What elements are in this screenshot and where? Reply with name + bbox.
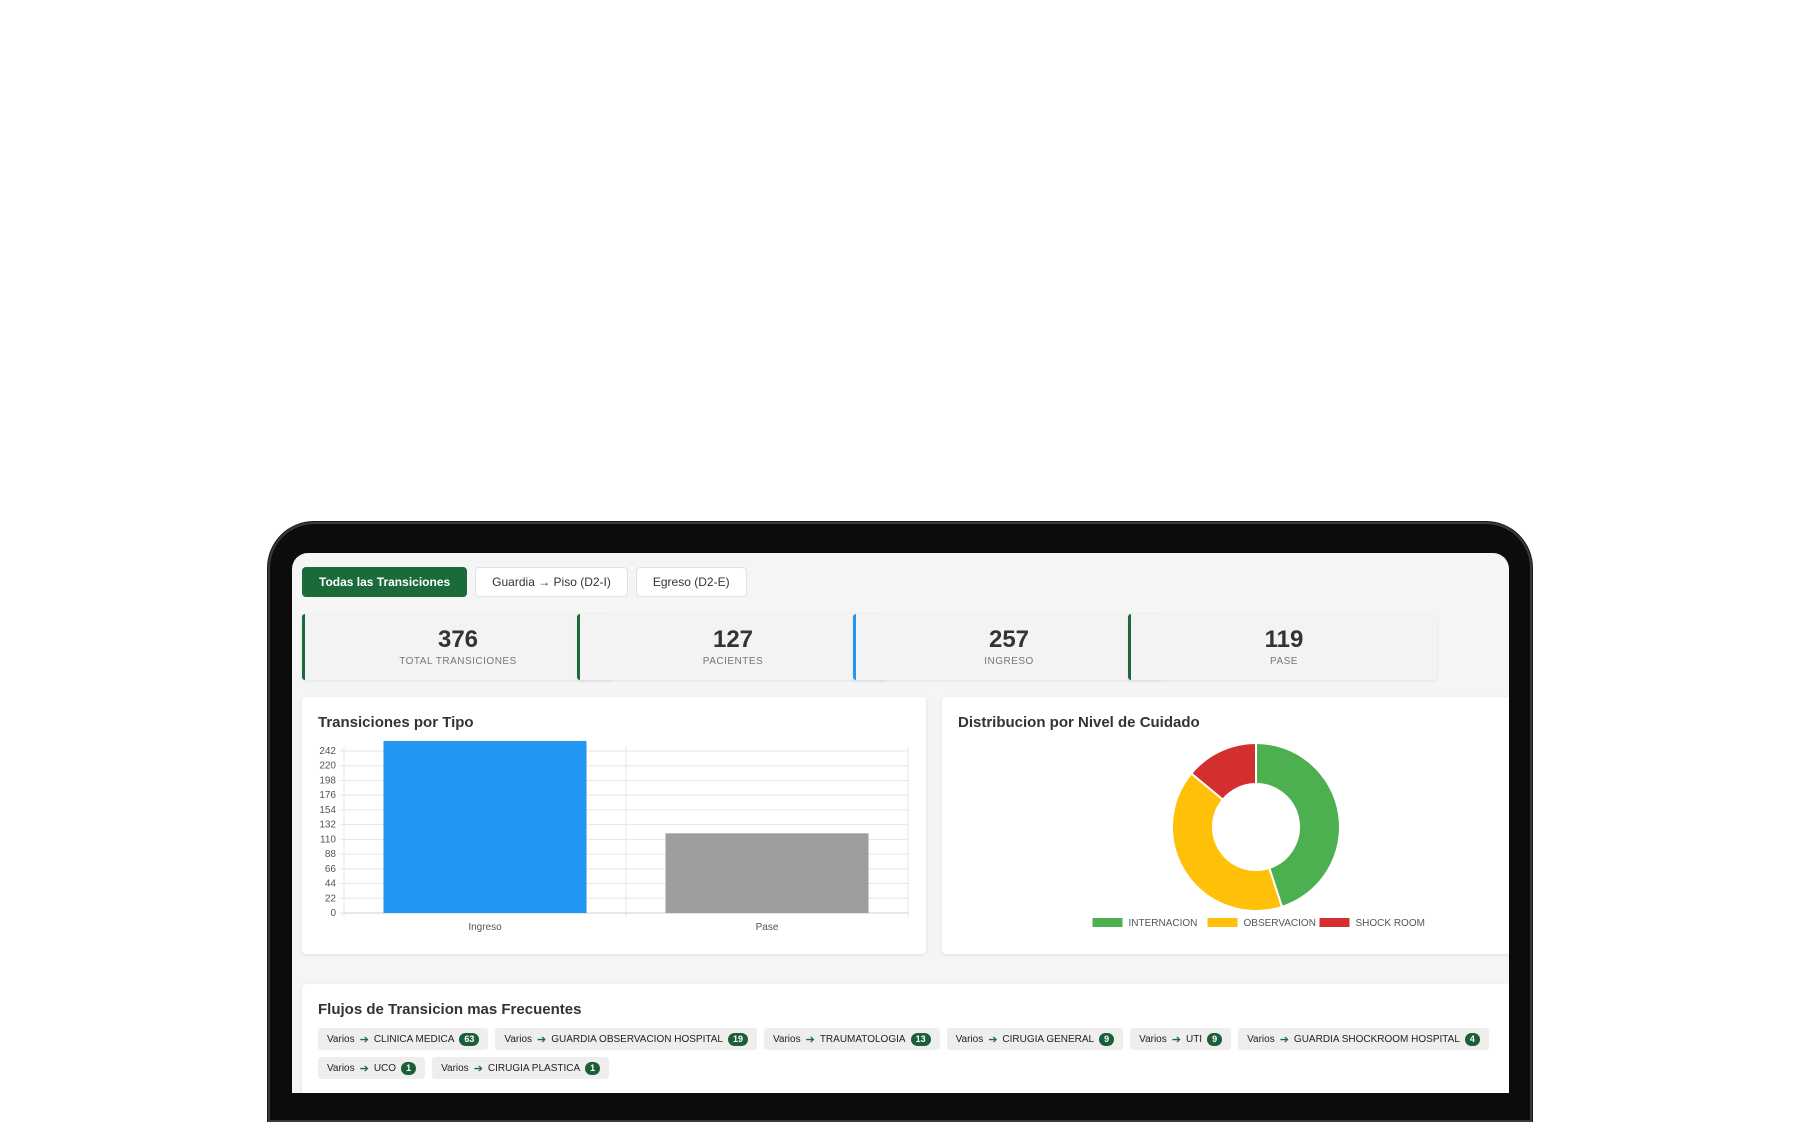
flows-card: Flujos de Transicion mas Frecuentes Vari… (302, 984, 1509, 1093)
y-tick-label: 198 (319, 775, 336, 786)
arrow-right-icon: ➔ (359, 1033, 369, 1046)
flow-to: CIRUGIA PLASTICA (487, 1062, 581, 1074)
bar-chart: 0 22 44 66 88 110 132 154 176 198 220 242 Ingreso Pas… (319, 740, 909, 933)
flow-chip[interactable]: Varios ➔ GUARDIA SHOCKROOM HOSPITAL 4 (1238, 1028, 1489, 1050)
stat-label: INGRESO (984, 656, 1034, 667)
y-tick-label: 154 (319, 805, 336, 816)
dashboard-screen: Todas las Transiciones Guardia → Piso (D… (292, 553, 1509, 1093)
legend-label: INTERNACION (1129, 918, 1198, 929)
y-tick-label: 220 (319, 761, 336, 772)
stat-value: 119 (1264, 626, 1304, 653)
legend-swatch (1092, 918, 1123, 927)
x-tick-label: Ingreso (468, 922, 502, 933)
donut-chart: INTERNACION OBSERVACION SHOCK ROOM (1092, 741, 1425, 929)
arrow-right-icon: ➔ (988, 1033, 998, 1046)
tab-bar: Todas las Transiciones Guardia → Piso (D… (302, 567, 747, 597)
stat-card-total: 376 TOTAL TRANSICIONES (302, 614, 611, 680)
donut-chart-card: Distribucion por Nivel de Cuidado INTERN… (942, 697, 1509, 954)
arrow-right-icon: ➔ (537, 1033, 547, 1046)
legend-label: SHOCK ROOM (1356, 918, 1425, 929)
arrow-right-icon: ➔ (473, 1062, 483, 1075)
arrow-right-icon: ➔ (1279, 1033, 1289, 1046)
bar (665, 833, 869, 913)
flow-to: TRAUMATOLOGIA (819, 1033, 906, 1045)
y-tick-label: 110 (320, 834, 336, 845)
legend-swatch (1319, 918, 1350, 927)
stats-row: 376 TOTAL TRANSICIONES 127 PACIENTES 257… (302, 614, 1509, 680)
flow-count-badge: 1 (585, 1061, 601, 1075)
flow-count-badge: 19 (727, 1032, 748, 1046)
stat-label: PACIENTES (702, 656, 764, 667)
flow-to: CLINICA MEDICA (373, 1033, 455, 1045)
stat-card-pacientes: 127 PACIENTES (577, 614, 886, 680)
arrow-right-icon: ➔ (359, 1062, 369, 1075)
y-tick-label: 66 (325, 864, 337, 875)
flow-count-badge: 1 (401, 1061, 417, 1075)
stat-value: 257 (988, 626, 1030, 653)
y-tick-label: 88 (325, 849, 337, 860)
flow-from: Varios (1139, 1033, 1167, 1045)
y-tick-label: 176 (319, 790, 336, 801)
flow-from: Varios (441, 1062, 469, 1074)
flow-from: Varios (1247, 1033, 1275, 1045)
y-tick-label: 132 (319, 820, 336, 831)
flow-count-badge: 63 (459, 1032, 480, 1046)
flows-title: Flujos de Transicion mas Frecuentes (318, 1001, 582, 1018)
y-tick-label: 22 (325, 893, 337, 904)
y-tick-label: 0 (330, 908, 336, 919)
flow-from: Varios (504, 1033, 533, 1045)
flow-to: CIRUGIA GENERAL (1002, 1033, 1095, 1045)
flow-count-badge: 9 (1099, 1032, 1115, 1046)
legend-label: OBSERVACION (1244, 918, 1316, 929)
y-tick-label: 242 (319, 746, 336, 757)
flow-from: Varios (327, 1033, 355, 1045)
flow-from: Varios (772, 1033, 801, 1045)
bar-chart-card: Transiciones por Tipo 0 22 44 66 88 110 132 154… (302, 697, 926, 954)
flow-count-badge: 4 (1464, 1032, 1480, 1046)
flows-list: Varios ➔ CLINICA MEDICA 63 Varios ➔ GUAR… (318, 1028, 1508, 1079)
tab-guardia-piso[interactable]: Guardia → Piso (D2-I) (475, 567, 628, 597)
flow-chip[interactable]: Varios ➔ UCO 1 (318, 1057, 426, 1079)
arrow-right-icon: ➔ (1171, 1033, 1181, 1046)
flow-from: Varios (327, 1062, 355, 1074)
flow-count-badge: 13 (910, 1032, 931, 1046)
stat-label: PASE (1270, 656, 1298, 667)
stat-card-pase: 119 PASE (1128, 614, 1437, 680)
legend-swatch (1207, 918, 1238, 927)
flow-to: UTI (1185, 1033, 1203, 1045)
x-tick-label: Pase (756, 922, 779, 933)
stat-label: TOTAL TRANSICIONES (399, 656, 517, 667)
flow-chip[interactable]: Varios ➔ GUARDIA OBSERVACION HOSPITAL 19 (495, 1028, 757, 1050)
stat-value: 127 (712, 626, 754, 653)
flow-chip[interactable]: Varios ➔ CIRUGIA GENERAL 9 (946, 1028, 1124, 1050)
stat-value: 376 (437, 626, 479, 653)
arrow-right-icon: ➔ (805, 1033, 815, 1046)
flow-to: GUARDIA OBSERVACION HOSPITAL (551, 1033, 723, 1045)
flow-chip[interactable]: Varios ➔ TRAUMATOLOGIA 13 (763, 1028, 940, 1050)
tab-todas[interactable]: Todas las Transiciones (302, 567, 468, 597)
flow-from: Varios (955, 1033, 984, 1045)
tab-egreso[interactable]: Egreso (D2-E) (635, 567, 747, 597)
flow-chip[interactable]: Varios ➔ CLINICA MEDICA 63 (318, 1028, 489, 1050)
y-tick-label: 44 (325, 879, 337, 890)
stat-card-ingreso: 257 INGRESO (853, 614, 1162, 680)
flow-count-badge: 9 (1207, 1032, 1223, 1046)
bar (383, 740, 587, 913)
flow-chip[interactable]: Varios ➔ UTI 9 (1130, 1028, 1232, 1050)
flow-to: GUARDIA SHOCKROOM HOSPITAL (1293, 1033, 1460, 1045)
flow-chip[interactable]: Varios ➔ CIRUGIA PLASTICA 1 (432, 1057, 610, 1079)
flow-to: UCO (373, 1062, 397, 1074)
